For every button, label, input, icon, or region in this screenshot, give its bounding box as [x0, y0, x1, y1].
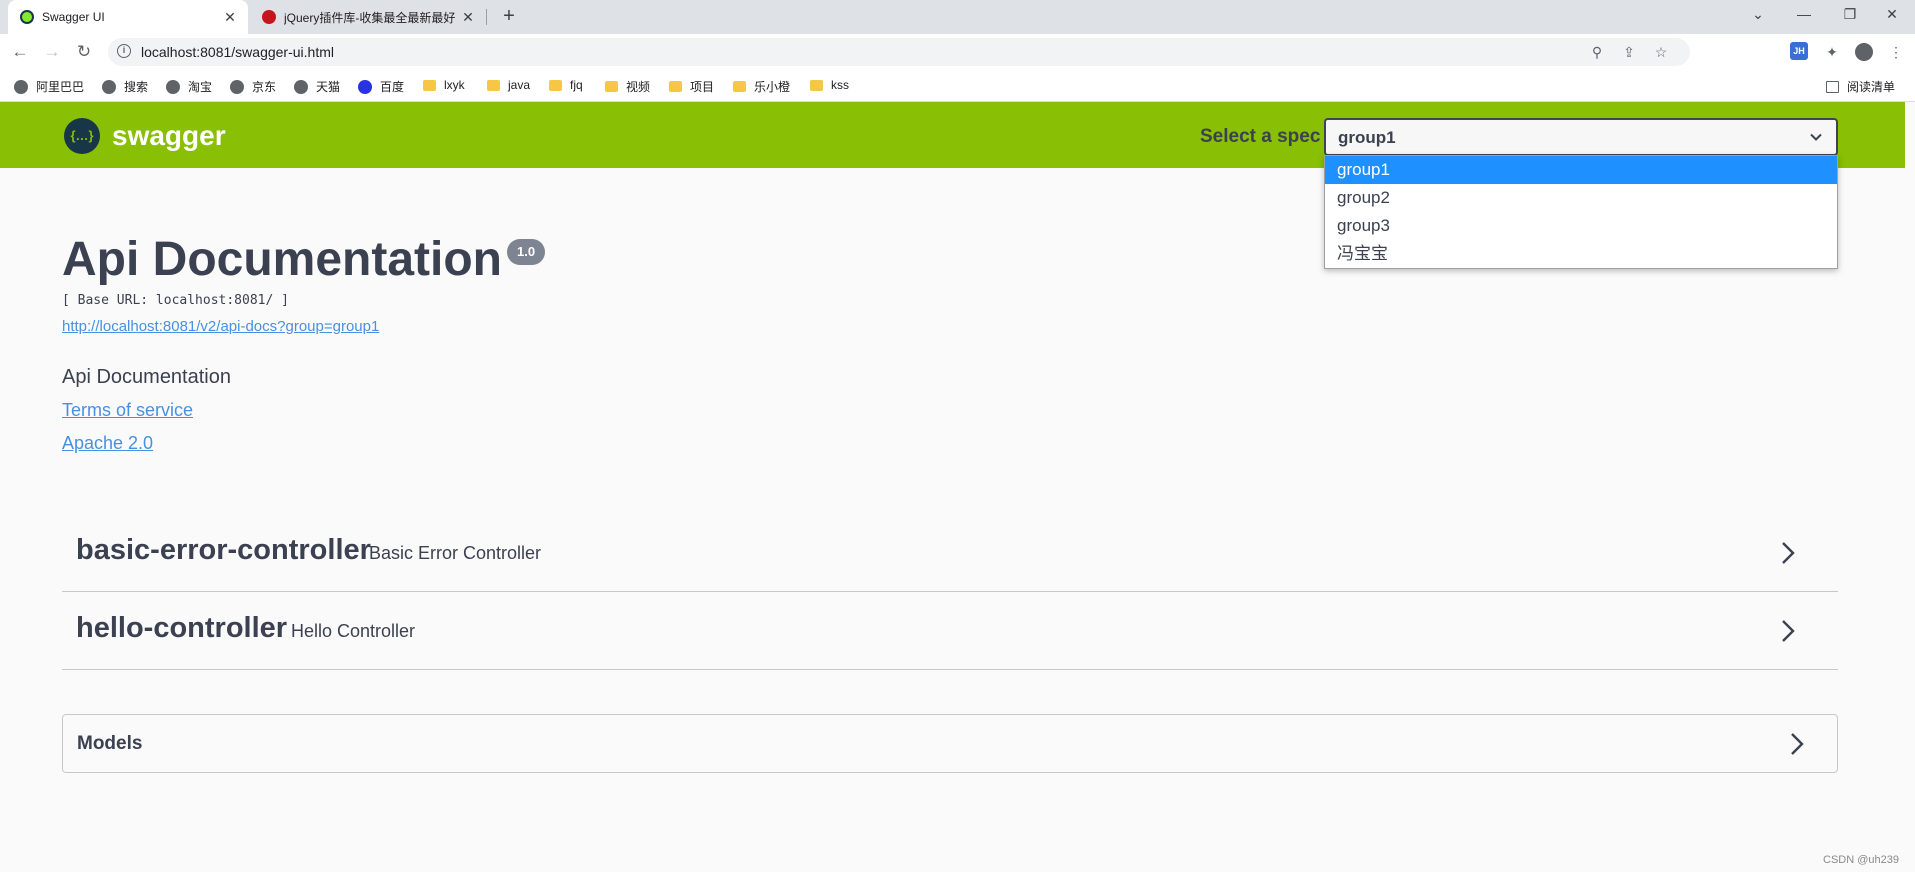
extensions-puzzle-icon[interactable]: ✦ — [1822, 42, 1842, 62]
new-tab-button[interactable]: + — [496, 4, 522, 30]
bookmark-item[interactable]: 淘宝 — [166, 78, 212, 95]
controller-description: Basic Error Controller — [369, 543, 542, 563]
bookmarks-bar: 阿里巴巴 搜索 淘宝 京东 天猫 百度 lxyk java fjq 视频 项目 … — [0, 70, 1915, 102]
browser-tab-strip: Swagger UI ✕ jQuery插件库-收集最全最新最好 ✕ + ⌄ — … — [0, 0, 1915, 34]
globe-icon — [230, 79, 244, 94]
tab-search-chevron-icon[interactable]: ⌄ — [1735, 0, 1781, 30]
forward-arrow-icon[interactable]: → — [40, 40, 64, 64]
share-icon[interactable]: ⇪ — [1620, 43, 1638, 61]
folder-icon — [733, 81, 746, 92]
bookmark-item[interactable]: 百度 — [358, 78, 404, 95]
globe-icon — [166, 79, 180, 94]
tab-swagger-ui[interactable]: Swagger UI ✕ — [8, 0, 248, 34]
address-url[interactable]: localhost:8081/swagger-ui.html — [141, 44, 334, 60]
api-description: Api Documentation — [62, 366, 231, 388]
swagger-logo-text: swagger — [112, 120, 226, 151]
globe-icon — [14, 79, 28, 94]
profile-avatar-icon[interactable] — [1854, 42, 1874, 62]
page-title: Api Documentation — [62, 233, 502, 286]
spec-select[interactable]: group1 — [1324, 118, 1838, 156]
swagger-favicon-icon — [20, 10, 34, 24]
bookmark-folder[interactable]: 项目 — [669, 78, 714, 95]
controller-name[interactable]: basic-error-controller — [76, 534, 371, 567]
bookmark-folder[interactable]: fjq — [549, 78, 583, 92]
bookmark-star-icon[interactable]: ☆ — [1652, 43, 1670, 61]
close-window-button[interactable]: ✕ — [1869, 0, 1915, 30]
controller-section-basic-error[interactable]: basic-error-controller Basic Error Contr… — [62, 514, 1838, 592]
jquery-favicon-icon — [262, 10, 276, 24]
tab-title: jQuery插件库-收集最全最新最好 — [284, 10, 456, 25]
controller-section-hello[interactable]: hello-controller Hello Controller — [62, 592, 1838, 670]
spec-option-group3[interactable]: group3 — [1325, 212, 1837, 240]
api-docs-link[interactable]: http://localhost:8081/v2/api-docs?group=… — [62, 318, 379, 335]
back-arrow-icon[interactable]: ← — [8, 40, 32, 64]
models-section[interactable]: Models — [62, 714, 1838, 773]
browser-menu-icon[interactable]: ⋮ — [1886, 42, 1906, 62]
license-link[interactable]: Apache 2.0 — [62, 433, 153, 454]
globe-icon — [102, 79, 116, 94]
bookmark-item[interactable]: 天猫 — [294, 78, 340, 95]
folder-icon — [605, 81, 618, 92]
swagger-logo-icon: {…} — [64, 118, 100, 154]
base-url: [ Base URL: localhost:8081/ ] — [62, 293, 289, 308]
chevron-right-icon[interactable] — [1778, 540, 1798, 566]
spec-option-fengbaobao[interactable]: 冯宝宝 — [1325, 240, 1837, 268]
extension-jh-icon[interactable]: JH — [1790, 42, 1808, 60]
close-tab-icon[interactable]: ✕ — [220, 9, 240, 26]
select-spec-label: Select a spec — [1200, 126, 1321, 147]
reading-list-button[interactable]: 阅读清单 — [1825, 78, 1895, 95]
bookmark-item[interactable]: 阿里巴巴 — [14, 78, 84, 95]
folder-icon — [810, 79, 823, 91]
globe-icon — [294, 79, 308, 94]
chevron-right-icon[interactable] — [1787, 731, 1807, 757]
minimize-button[interactable]: — — [1781, 0, 1827, 30]
bookmark-item[interactable]: 搜索 — [102, 78, 148, 95]
bookmark-folder[interactable]: 视频 — [605, 78, 650, 95]
bookmark-folder[interactable]: lxyk — [423, 78, 465, 92]
chevron-right-icon[interactable] — [1778, 618, 1798, 644]
tab-separator — [486, 9, 487, 25]
spec-dropdown-list: group1 group2 group3 冯宝宝 — [1324, 155, 1838, 269]
reading-list-icon — [1825, 80, 1839, 93]
restore-button[interactable]: ❐ — [1827, 0, 1873, 30]
bookmark-item[interactable]: 京东 — [230, 78, 276, 95]
spec-option-group2[interactable]: group2 — [1325, 184, 1837, 212]
address-bar[interactable]: i localhost:8081/swagger-ui.html ⚲ ⇪ ☆ — [108, 38, 1690, 66]
folder-icon — [549, 79, 562, 91]
site-info-icon[interactable]: i — [117, 44, 131, 58]
bookmark-folder[interactable]: kss — [810, 78, 849, 92]
zoom-icon[interactable]: ⚲ — [1588, 43, 1606, 61]
spec-option-group1[interactable]: group1 — [1325, 156, 1837, 184]
terms-of-service-link[interactable]: Terms of service — [62, 400, 193, 421]
selected-spec-value: group1 — [1338, 128, 1396, 147]
controller-name[interactable]: hello-controller — [76, 612, 287, 645]
reload-icon[interactable]: ↻ — [72, 40, 96, 64]
page-scrollbar[interactable] — [1905, 102, 1915, 872]
tab-title: Swagger UI — [42, 10, 105, 24]
baidu-paw-icon — [358, 79, 372, 94]
bookmark-folder[interactable]: 乐小橙 — [733, 78, 790, 95]
folder-icon — [487, 79, 500, 91]
models-label: Models — [77, 733, 143, 754]
tab-jquery[interactable]: jQuery插件库-收集最全最新最好 ✕ — [250, 0, 486, 34]
version-badge: 1.0 — [507, 239, 546, 265]
folder-icon — [669, 81, 682, 92]
chevron-down-icon — [1810, 133, 1822, 141]
controller-description: Hello Controller — [291, 621, 416, 641]
close-tab-icon[interactable]: ✕ — [458, 9, 478, 26]
bookmark-folder[interactable]: java — [487, 78, 530, 92]
browser-toolbar: ← → ↻ i localhost:8081/swagger-ui.html ⚲… — [0, 34, 1915, 70]
watermark: CSDN @uh239 — [1823, 854, 1899, 866]
folder-icon — [423, 79, 436, 91]
